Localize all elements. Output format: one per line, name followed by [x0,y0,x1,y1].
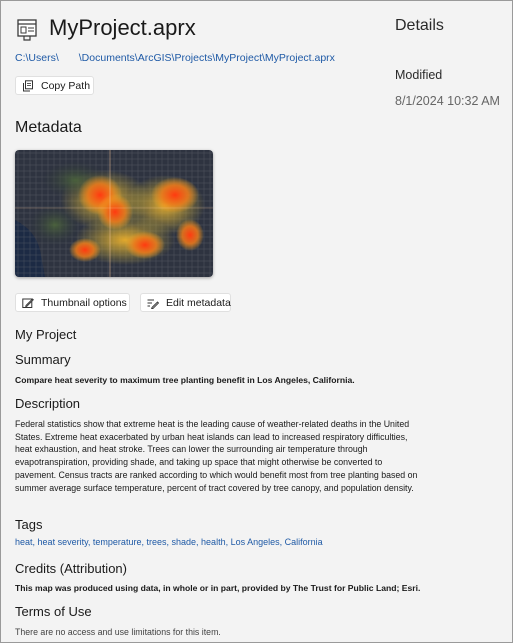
modified-value: 8/1/2024 10:32 AM [395,94,500,108]
image-edit-icon [22,297,34,308]
tag-link[interactable]: trees [146,537,166,547]
project-file-icon [17,19,37,41]
map-thumbnail [15,150,213,277]
summary-text: Compare heat severity to maximum tree pl… [15,375,355,385]
description-heading: Description [15,396,81,411]
tag-link[interactable]: heat [15,537,33,547]
metadata-heading: Metadata [15,119,82,136]
copy-path-button[interactable]: Copy Path [15,76,94,95]
thumbnail-options-button[interactable]: Thumbnail options [15,293,130,312]
edit-text-icon [147,299,159,309]
edit-metadata-button[interactable]: Edit metadata [140,293,231,312]
credits-heading: Credits (Attribution) [15,561,127,576]
terms-text: There are no access and use limitations … [15,627,221,637]
details-heading: Details [395,17,444,34]
metadata-panel: MyProject.aprx C:\Users\ \Documents\ArcGI… [0,0,513,643]
tags-heading: Tags [15,517,43,532]
item-title: My Project [15,327,77,342]
path-segment-project[interactable]: \Documents\ArcGIS\Projects\MyProject\MyP… [79,52,335,64]
edit-metadata-label: Edit metadata [166,296,231,309]
tag-link[interactable]: Los Angeles [231,537,280,547]
tag-link[interactable]: shade [172,537,197,547]
tags-list: heat, heat severity, temperature, trees,… [15,537,323,547]
description-text: Federal statistics show that extreme hea… [15,419,418,493]
copy-path-label: Copy Path [41,79,91,92]
path-segment-user[interactable]: C:\Users\ [15,52,59,64]
terms-heading: Terms of Use [15,604,92,619]
copy-icon [23,79,33,91]
summary-heading: Summary [15,352,71,367]
credits-text: This map was produced using data, in who… [15,583,421,593]
thumbnail-options-label: Thumbnail options [41,296,127,309]
tag-link[interactable]: heat severity [38,537,88,547]
tag-link[interactable]: California [285,537,323,547]
tag-link[interactable]: health [201,537,226,547]
modified-label: Modified [395,68,443,82]
tag-link[interactable]: temperature [93,537,142,547]
file-title: MyProject.aprx [49,15,196,40]
file-path[interactable]: C:\Users\ \Documents\ArcGIS\Projects\MyPr… [15,52,335,64]
